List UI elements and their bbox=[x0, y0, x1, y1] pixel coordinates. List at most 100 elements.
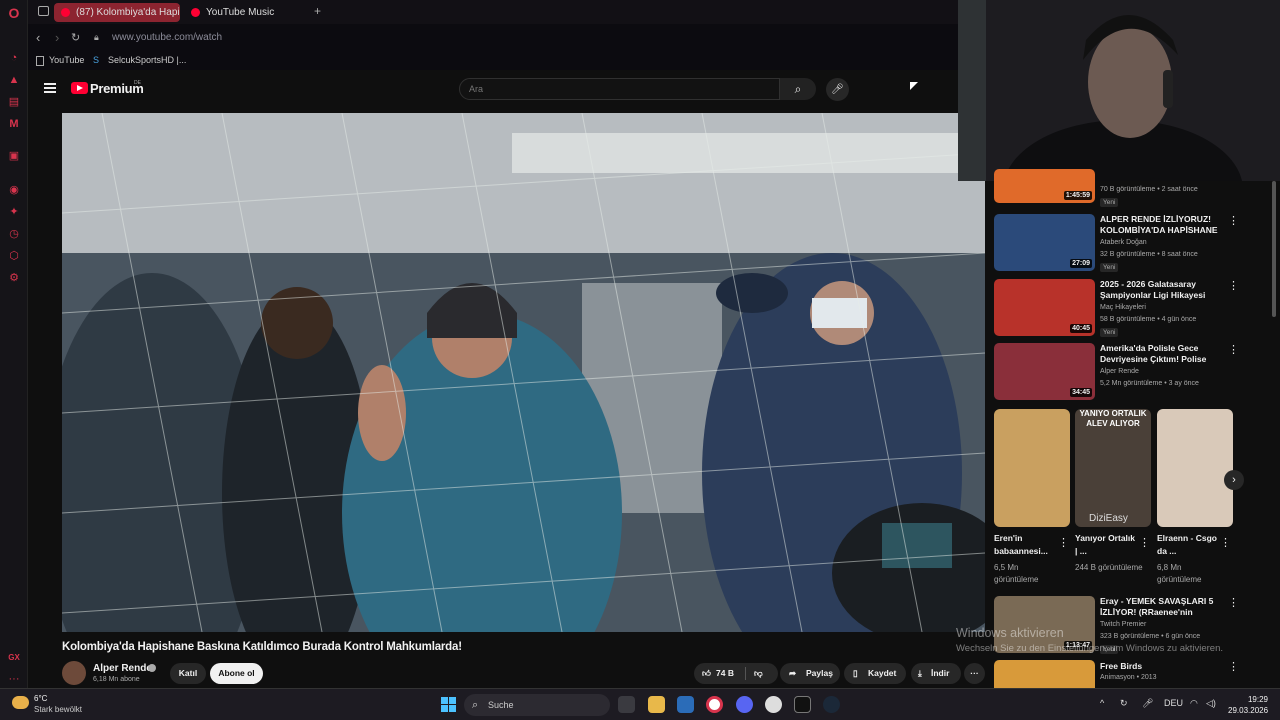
video-thumbnail[interactable]: 27:09 bbox=[994, 214, 1095, 271]
more-vertical-icon[interactable]: ⋮ bbox=[1228, 279, 1239, 292]
video-thumbnail[interactable] bbox=[994, 660, 1095, 688]
extensions-icon[interactable]: ⬡ bbox=[7, 249, 21, 263]
channel-name[interactable]: Animasyon • 2013 bbox=[1100, 674, 1157, 681]
short-title[interactable]: Elraenn - Csgo da ... bbox=[1157, 532, 1219, 558]
channel-avatar[interactable] bbox=[62, 661, 86, 685]
chevron-up-icon[interactable]: ^ bbox=[1100, 698, 1104, 708]
player-icon[interactable]: ◉ bbox=[7, 183, 21, 197]
short-thumbnail[interactable] bbox=[1157, 409, 1233, 527]
search-button[interactable]: ⌕ bbox=[780, 78, 816, 100]
opera-gx-icon[interactable] bbox=[706, 696, 723, 713]
short-thumbnail[interactable] bbox=[994, 409, 1070, 527]
pin-icon[interactable]: ✦ bbox=[7, 205, 21, 219]
discord-icon[interactable] bbox=[736, 696, 753, 713]
volume-icon[interactable]: ◁) bbox=[1206, 698, 1216, 709]
opera-logo-icon[interactable]: O bbox=[7, 6, 21, 20]
video-meta: 58 B görüntüleme • 4 gün önce bbox=[1100, 316, 1197, 323]
channel-name[interactable]: Maç Hikayeleri bbox=[1100, 304, 1146, 311]
more-vertical-icon[interactable]: ⋮ bbox=[1220, 536, 1231, 549]
recommendation-item[interactable]: 27:09 ALPER RENDE İZLİYORUZ! KOLOMBİYA'D… bbox=[994, 214, 1239, 274]
file-explorer-icon[interactable] bbox=[648, 696, 665, 713]
menu-hamburger-icon[interactable] bbox=[44, 83, 56, 93]
clock[interactable]: 19:29 29.03.2026 bbox=[1228, 694, 1268, 716]
join-button[interactable]: Katıl bbox=[170, 663, 206, 684]
messenger-icon[interactable]: M bbox=[7, 117, 21, 131]
recommendation-item[interactable]: Free Birds Animasyon • 2013 ⋮ bbox=[994, 660, 1239, 688]
weather-temp[interactable]: 6°C bbox=[34, 694, 47, 703]
short-thumbnail[interactable]: YANIYO ORTALIK ALEV ALIYOR DiziEasy bbox=[1075, 409, 1151, 527]
recommendation-item[interactable]: 40:45 2025 - 2026 Galatasaray Şampiyonla… bbox=[994, 279, 1239, 339]
shorts-next-chevron-icon[interactable]: › bbox=[1224, 470, 1244, 490]
download-button[interactable]: ⤓ İndir bbox=[911, 663, 961, 684]
channel-name[interactable]: Ataberk Doğan bbox=[1100, 239, 1147, 246]
bookmark-youtube[interactable]: YouTube bbox=[49, 55, 84, 65]
short-title[interactable]: Eren'in babaannesi... bbox=[994, 532, 1056, 558]
scrollbar[interactable] bbox=[1272, 181, 1276, 317]
subscribe-button[interactable]: Abone ol bbox=[210, 663, 263, 684]
more-vertical-icon[interactable]: ⋮ bbox=[1058, 536, 1069, 549]
youtube-favicon-icon bbox=[61, 8, 70, 17]
taskbar-search[interactable]: ⌕ Suche bbox=[464, 694, 610, 716]
search-input[interactable] bbox=[459, 78, 780, 100]
task-view-icon[interactable] bbox=[618, 696, 635, 713]
save-button[interactable]: ▯ Kaydet bbox=[844, 663, 906, 684]
forward-icon[interactable]: › bbox=[55, 30, 59, 45]
windows-start-icon[interactable] bbox=[441, 697, 456, 712]
video-title[interactable]: Eray - YEMEK SAVAŞLARI 5 İZLİYOR! (RRaen… bbox=[1100, 596, 1220, 618]
new-tab-button[interactable]: + bbox=[314, 4, 321, 18]
video-thumbnail[interactable]: 1:45:59 bbox=[994, 169, 1095, 203]
mouse-cursor-icon bbox=[910, 82, 918, 90]
more-icon[interactable]: ··· bbox=[7, 672, 21, 686]
channel-name[interactable]: Twitch Premier bbox=[1100, 621, 1146, 628]
recommendation-item[interactable]: 34:45 Amerika'da Polisle Gece Devriyesin… bbox=[994, 343, 1239, 403]
bookmark-selcuksports[interactable]: SelcukSportsHD |... bbox=[108, 55, 186, 65]
like-button[interactable]: 👍︎ 74 B 👎︎ bbox=[694, 663, 778, 684]
video-player[interactable] bbox=[62, 113, 985, 632]
recommendation-item[interactable]: 1:45:59 70 B görüntüleme • 2 saat önce Y… bbox=[994, 169, 1239, 209]
thumbs-down-icon[interactable]: 👎︎ bbox=[754, 663, 763, 684]
video-title[interactable]: ALPER RENDE İZLİYORUZ! KOLOMBİYA'DA HAPİ… bbox=[1100, 214, 1220, 236]
like-count: 74 B bbox=[716, 668, 734, 678]
video-title[interactable]: Amerika'da Polisle Gece Devriyesine Çıkt… bbox=[1100, 343, 1220, 365]
voice-search-button[interactable]: 🎤︎ bbox=[826, 78, 849, 101]
more-vertical-icon[interactable]: ⋮ bbox=[1228, 343, 1239, 356]
wifi-icon[interactable]: ◠ bbox=[1190, 698, 1198, 709]
video-title[interactable]: Free Birds bbox=[1100, 661, 1220, 672]
more-actions-button[interactable]: ··· bbox=[964, 663, 985, 684]
weather-description[interactable]: Stark bewölkt bbox=[34, 705, 82, 714]
back-icon[interactable]: ‹ bbox=[36, 30, 40, 45]
reload-icon[interactable]: ↻ bbox=[71, 31, 80, 44]
history-icon[interactable]: ◷ bbox=[7, 227, 21, 241]
obs-icon[interactable] bbox=[765, 696, 782, 713]
more-vertical-icon[interactable]: ⋮ bbox=[1228, 214, 1239, 227]
video-title[interactable]: 2025 - 2026 Galatasaray Şampiyonlar Ligi… bbox=[1100, 279, 1220, 301]
workspace-icon[interactable] bbox=[38, 6, 49, 16]
url-field[interactable]: www.youtube.com/watch bbox=[112, 32, 222, 43]
speed-dial-icon[interactable]: ◔ bbox=[7, 51, 21, 65]
network-icon[interactable]: ↻ bbox=[1120, 698, 1128, 709]
settings-gear-icon[interactable]: ⚙ bbox=[7, 271, 21, 285]
tab-youtube-music[interactable]: YouTube Music bbox=[184, 3, 304, 22]
more-vertical-icon[interactable]: ⋮ bbox=[1228, 596, 1239, 609]
gx-label[interactable]: GX bbox=[7, 651, 21, 665]
tab-youtube-video[interactable]: (87) Kolombiya'da Hapi bbox=[54, 3, 180, 22]
keyboard-language[interactable]: DEU bbox=[1164, 698, 1183, 708]
store-icon[interactable] bbox=[677, 696, 694, 713]
channel-name[interactable]: Alper Rende bbox=[1100, 368, 1139, 375]
video-thumbnail[interactable]: 40:45 bbox=[994, 279, 1095, 336]
twitch-icon[interactable]: ▣ bbox=[7, 149, 21, 163]
video-thumbnail[interactable]: 34:45 bbox=[994, 343, 1095, 400]
gx-corner-icon[interactable]: ▲ bbox=[7, 73, 21, 87]
steam-icon[interactable] bbox=[823, 696, 840, 713]
more-vertical-icon[interactable]: ⋮ bbox=[1139, 536, 1150, 549]
short-title[interactable]: Yanıyor Ortalık | ... bbox=[1075, 532, 1137, 558]
microphone-icon[interactable]: 🎤︎ bbox=[1142, 698, 1153, 709]
more-vertical-icon[interactable]: ⋮ bbox=[1228, 660, 1239, 673]
bookmark-icon: ▯ bbox=[853, 668, 858, 678]
channel-name[interactable]: Alper Rende bbox=[93, 663, 152, 674]
capcut-icon[interactable] bbox=[794, 696, 811, 713]
youtube-logo-icon[interactable] bbox=[71, 82, 88, 94]
weather-cloud-icon[interactable] bbox=[12, 696, 29, 709]
share-button[interactable]: ➦ Paylaş bbox=[780, 663, 840, 684]
news-icon[interactable]: ▤ bbox=[7, 95, 21, 109]
